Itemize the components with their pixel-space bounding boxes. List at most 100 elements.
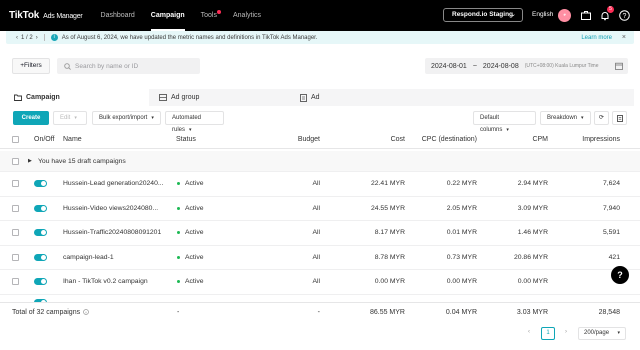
nav-tools[interactable]: Tools (201, 0, 221, 31)
col-cpm[interactable]: CPM (488, 131, 548, 148)
budget-cell: All (312, 278, 320, 286)
campaign-name[interactable]: Ihan - TikTok v0.2 campaign (63, 270, 163, 294)
table-row[interactable]: Hussein-Traffic20240808091201 Active All… (0, 221, 640, 246)
status-toggle[interactable] (34, 246, 47, 270)
nav-dashboard[interactable]: Dashboard (101, 0, 135, 31)
table-row[interactable]: Ihan - TikTok v0.2 campaign Active All 0… (0, 270, 640, 295)
total-cost: 86.55 MYR (369, 308, 405, 316)
columns-dropdown[interactable]: Default columns ▾ (473, 111, 536, 133)
cpc-cell: 2.05 MYR (446, 204, 477, 212)
tab-ad[interactable]: Ad (292, 89, 634, 106)
tab-ad-group[interactable]: Ad group (149, 89, 292, 106)
learn-more-link[interactable]: Learn more (581, 35, 612, 41)
table-row[interactable]: Hussein-Lead generation20240... Active A… (0, 172, 640, 197)
table-row[interactable]: campaign-lead-1 Active All 8.78 MYR 0.73… (0, 246, 640, 270)
help-chat-button[interactable]: ? (611, 266, 629, 284)
table-toolbar: Create Edit ▾ Bulk export/import ▾ Automat… (0, 109, 640, 133)
status-toggle[interactable] (34, 172, 47, 196)
notification-badge: 5 (607, 6, 614, 13)
row-checkbox[interactable] (12, 221, 19, 245)
help-circle-icon[interactable]: ? (618, 9, 631, 22)
bulk-export-import-button[interactable]: Bulk export/import ▾ (92, 111, 161, 125)
status-cell: Active (177, 221, 204, 245)
impressions-cell: 5,591 (602, 229, 620, 237)
export-icon[interactable] (612, 111, 627, 125)
cpm-cell: 0.00 MYR (517, 278, 548, 286)
col-budget[interactable]: Budget (260, 131, 320, 148)
chevron-down-icon: ▾ (74, 115, 77, 121)
edit-button[interactable]: Edit ▾ (53, 111, 87, 125)
campaign-name[interactable]: Hussein-Traffic20240808091201 (63, 221, 163, 245)
status-toggle[interactable] (34, 270, 47, 294)
col-cpc[interactable]: CPC (destination) (405, 131, 477, 148)
status-toggle[interactable] (34, 221, 47, 245)
caret-right-icon[interactable]: ▶ (28, 151, 32, 171)
timezone-label: (UTC+08:00) Kuala Lumpur Time (524, 63, 599, 69)
create-button[interactable]: Create (13, 111, 49, 125)
cpm-cell: 3.09 MYR (517, 204, 548, 212)
campaign-name[interactable]: Hussein-Video views2024080... (63, 197, 163, 221)
svg-text:?: ? (623, 13, 627, 20)
table-row[interactable]: Hussein-Video views2024080... Active All… (0, 197, 640, 221)
cpc-cell: 0.73 MYR (446, 253, 477, 261)
page-1-button[interactable]: 1 (541, 327, 555, 340)
impressions-cell: 7,940 (602, 204, 620, 212)
nav-campaign[interactable]: Campaign (150, 0, 185, 31)
level-tabs: Campaign Ad group Ad (6, 89, 634, 106)
budget-cell: All (312, 229, 320, 237)
account-selector[interactable]: Respond.io Staging ⌄ (443, 8, 523, 22)
col-status[interactable]: Status (176, 131, 196, 148)
language-selector[interactable]: English (532, 11, 553, 18)
filters-button[interactable]: +Filters (12, 58, 50, 74)
campaign-name[interactable]: Hussein-Lead generation20240... (63, 172, 163, 196)
row-checkbox[interactable] (12, 270, 19, 294)
logo[interactable]: TikTok Ads Manager (9, 10, 83, 21)
prev-page-icon[interactable]: ‹ (522, 327, 536, 340)
drafts-row[interactable]: ▶ You have 15 draft campaigns (0, 151, 640, 172)
cpc-cell: 0.01 MYR (446, 229, 477, 237)
date-range-picker[interactable]: 2024-08-01 ~ 2024-08-08 (UTC+08:00) Kual… (425, 58, 628, 74)
cost-cell: 22.41 MYR (370, 180, 405, 188)
budget-cell: All (312, 204, 320, 212)
status-toggle[interactable] (34, 295, 47, 302)
nav-analytics[interactable]: Analytics (233, 0, 261, 31)
date-end: 2024-08-08 (482, 62, 519, 70)
cost-cell: 0.00 MYR (374, 278, 405, 286)
page-size-select[interactable]: 200/page ▾ (578, 327, 626, 340)
tab-campaign[interactable]: Campaign (6, 89, 149, 106)
automated-rules-button[interactable]: Automated rules ▾ (165, 111, 224, 133)
campaign-name[interactable]: campaign-lead-1 (63, 246, 163, 270)
col-impressions[interactable]: Impressions (560, 131, 620, 148)
row-checkbox[interactable] (12, 246, 19, 270)
status-text: Active (185, 229, 204, 237)
next-notice-icon[interactable]: › (36, 35, 38, 41)
row-checkbox[interactable] (12, 172, 19, 196)
col-cost[interactable]: Cost (345, 131, 405, 148)
status-text: Active (185, 180, 204, 188)
select-all-checkbox[interactable] (12, 131, 19, 148)
refresh-icon[interactable]: ⟳ (594, 111, 609, 125)
account-name: Respond.io Staging (452, 11, 514, 18)
search-input[interactable] (75, 62, 195, 70)
pagination: ‹ 1 › 200/page ▾ (0, 322, 640, 348)
next-page-icon[interactable]: › (559, 327, 573, 340)
briefcase-icon[interactable] (579, 9, 592, 22)
info-icon: i (50, 34, 58, 41)
drafts-checkbox[interactable] (12, 151, 19, 171)
cpm-cell: 2.94 MYR (517, 180, 548, 188)
cost-cell: 24.55 MYR (370, 204, 405, 212)
prev-notice-icon[interactable]: ‹ (16, 35, 18, 41)
status-toggle[interactable] (34, 197, 47, 221)
status-text: Active (185, 204, 204, 212)
bulk-label: Bulk export/import (99, 115, 148, 121)
close-icon[interactable]: × (622, 34, 626, 41)
col-name[interactable]: Name (63, 131, 82, 148)
drafts-label: You have 15 draft campaigns (38, 157, 126, 165)
top-navigation-bar: TikTok Ads Manager Dashboard Campaign Too… (0, 0, 640, 31)
status-dot (177, 182, 180, 186)
breakdown-dropdown[interactable]: Breakdown ▾ (540, 111, 591, 125)
avatar[interactable]: ◕ (558, 9, 571, 22)
col-on-off[interactable]: On/Off (34, 131, 55, 148)
status-dot (177, 255, 180, 259)
row-checkbox[interactable] (12, 197, 19, 221)
